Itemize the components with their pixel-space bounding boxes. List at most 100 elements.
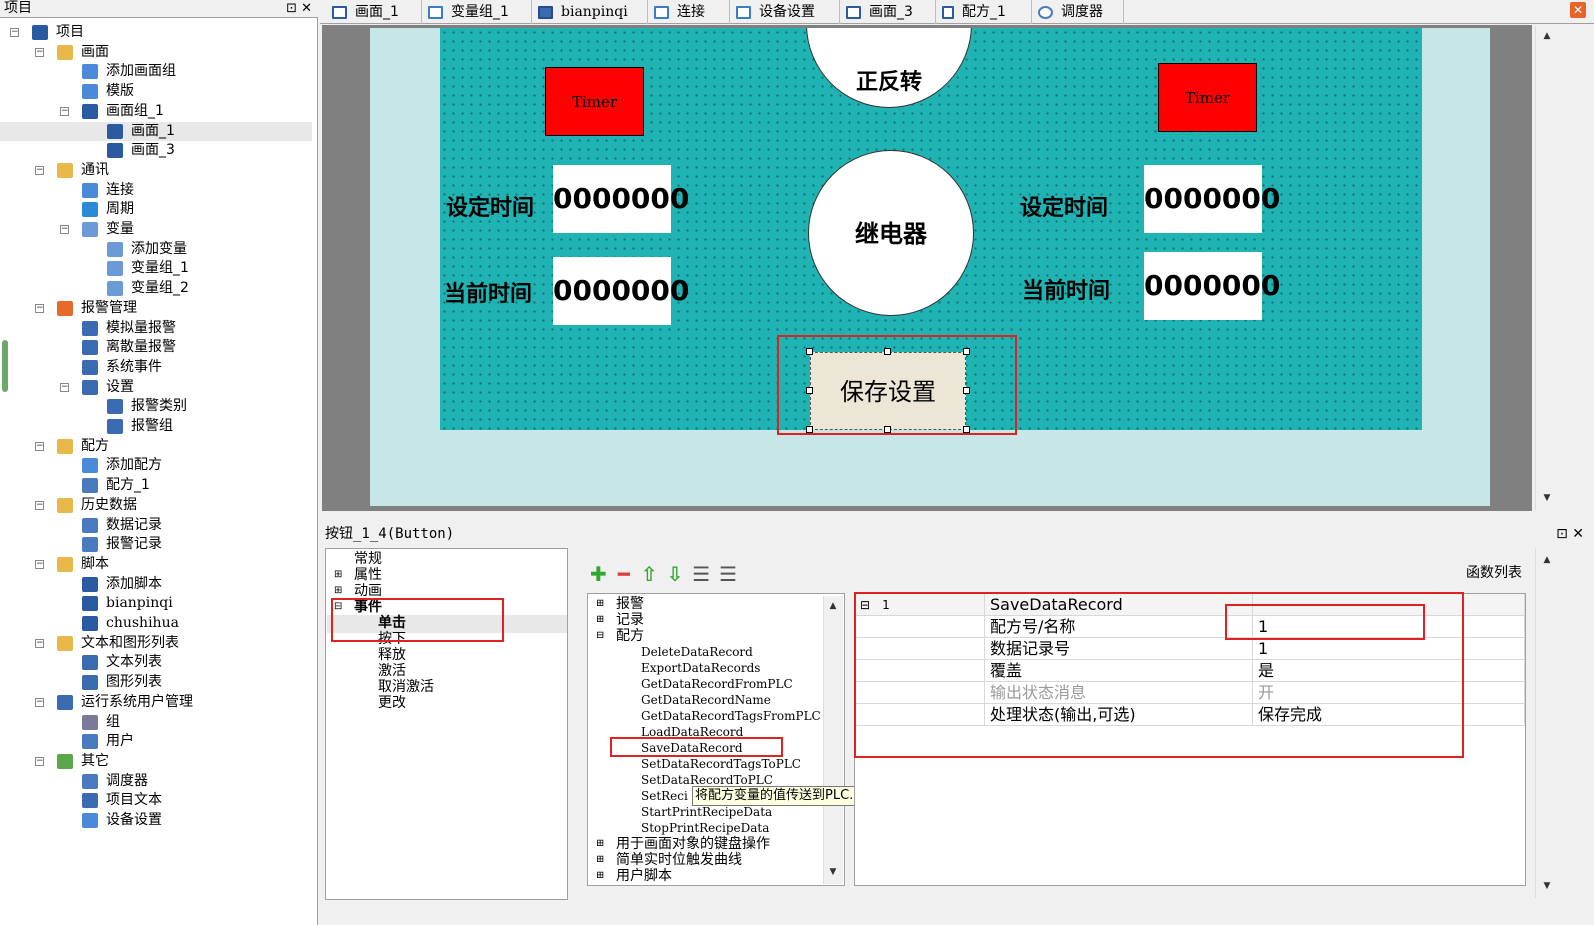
- tree-item[interactable]: − 报警管理: [0, 299, 312, 318]
- tree-item[interactable]: 周期: [0, 200, 312, 219]
- tab-recipe-1[interactable]: 配方_1: [936, 0, 1032, 24]
- collapse-icon[interactable]: −: [35, 559, 44, 569]
- function-list-label[interactable]: 函数列表: [1466, 562, 1522, 582]
- collapse-icon[interactable]: −: [35, 165, 44, 175]
- timer-right[interactable]: Timer: [1158, 63, 1257, 132]
- event-deactivate[interactable]: 取消激活: [378, 679, 434, 695]
- left-scrollbar[interactable]: [2, 340, 8, 392]
- tree-item[interactable]: 离散量报警: [0, 338, 312, 357]
- collapse-icon[interactable]: −: [35, 47, 44, 57]
- collapse-icon[interactable]: ⊟: [596, 628, 604, 644]
- tree-item[interactable]: − 历史数据: [0, 496, 312, 515]
- function-category[interactable]: 记录: [616, 612, 644, 628]
- panel-pin-close[interactable]: ⊡ ✕: [286, 0, 312, 17]
- tree-item[interactable]: 画面_1: [0, 121, 312, 141]
- function-category[interactable]: 用户脚本: [616, 868, 672, 884]
- indent-icon[interactable]: ☰: [692, 562, 710, 586]
- tree-item[interactable]: 报警组: [0, 417, 312, 436]
- set-time-value-right[interactable]: 0000000: [1144, 165, 1280, 233]
- tree-item[interactable]: 画面_3: [0, 141, 312, 160]
- scroll-up-icon[interactable]: ▲: [1539, 552, 1555, 568]
- tree-item[interactable]: bianpinqi: [0, 594, 312, 613]
- tab-device-settings[interactable]: 设备设置: [730, 0, 840, 24]
- function-item[interactable]: SetDataRecordTagsToPLC: [641, 756, 801, 772]
- collapse-icon[interactable]: −: [35, 500, 44, 510]
- tab-scheduler[interactable]: 调度器: [1032, 0, 1124, 24]
- relay-circle[interactable]: 继电器: [808, 150, 974, 316]
- scroll-down-icon[interactable]: ▼: [825, 864, 841, 880]
- tree-item[interactable]: − 项目: [0, 23, 312, 42]
- tree-item[interactable]: 添加配方: [0, 456, 312, 475]
- collapse-icon[interactable]: −: [35, 638, 44, 648]
- collapse-icon[interactable]: −: [60, 106, 69, 116]
- function-category[interactable]: 配方: [616, 628, 644, 644]
- scroll-down-icon[interactable]: ▼: [1539, 490, 1555, 506]
- properties-scrollbar[interactable]: ▲ ▼: [1535, 548, 1557, 898]
- tree-item[interactable]: 模拟量报警: [0, 319, 312, 338]
- category-general[interactable]: 常规: [354, 551, 382, 567]
- tab-bianpinqi[interactable]: bianpinqi: [532, 0, 648, 24]
- expand-icon[interactable]: ⊞: [596, 596, 604, 612]
- expand-icon[interactable]: ⊞: [596, 612, 604, 628]
- tree-item[interactable]: − 画面: [0, 43, 312, 62]
- tree-item[interactable]: 报警类别: [0, 397, 312, 416]
- tree-item[interactable]: 数据记录: [0, 516, 312, 535]
- tab-screen-1[interactable]: 画面_1: [326, 0, 422, 24]
- function-tree-scrollbar[interactable]: ▲ ▼: [823, 596, 843, 884]
- close-icon[interactable]: ✕: [1570, 2, 1586, 18]
- function-item[interactable]: DeleteDataRecord: [641, 644, 753, 660]
- scroll-down-icon[interactable]: ▼: [1539, 878, 1555, 894]
- timer-left[interactable]: Timer: [545, 67, 644, 136]
- expand-icon[interactable]: ⊞: [334, 567, 342, 583]
- tree-item[interactable]: 图形列表: [0, 673, 312, 692]
- tree-item[interactable]: − 其它: [0, 752, 312, 771]
- event-activate[interactable]: 激活: [378, 663, 406, 679]
- tree-item[interactable]: 添加变量: [0, 240, 312, 259]
- category-properties[interactable]: 属性: [354, 567, 382, 583]
- function-category[interactable]: 简单实时位触发曲线: [616, 852, 742, 868]
- expand-icon[interactable]: ⊞: [596, 852, 604, 868]
- tree-item[interactable]: chushihua: [0, 614, 312, 633]
- tab-tag-group-1[interactable]: 变量组_1: [422, 0, 532, 24]
- tree-item[interactable]: 项目文本: [0, 791, 312, 810]
- function-item[interactable]: GetDataRecordName: [641, 692, 771, 708]
- tree-item[interactable]: 连接: [0, 181, 312, 200]
- tree-item[interactable]: − 通讯: [0, 161, 312, 180]
- expand-icon[interactable]: ⊞: [596, 868, 604, 884]
- event-release[interactable]: 释放: [378, 647, 406, 663]
- tree-item[interactable]: 添加脚本: [0, 575, 312, 594]
- collapse-icon[interactable]: −: [35, 441, 44, 451]
- tab-connection[interactable]: 连接: [648, 0, 730, 24]
- move-up-icon[interactable]: ⇧: [641, 562, 658, 586]
- expand-icon[interactable]: ⊞: [334, 583, 342, 599]
- function-item[interactable]: GetDataRecordFromPLC: [641, 676, 793, 692]
- panel-pin-close[interactable]: ⊡ ✕: [1556, 523, 1584, 545]
- tree-item[interactable]: 变量组_2: [0, 279, 312, 298]
- move-down-icon[interactable]: ⇩: [666, 562, 683, 586]
- tree-item[interactable]: 变量组_1: [0, 259, 312, 278]
- tree-item[interactable]: 报警记录: [0, 535, 312, 554]
- add-icon[interactable]: ✚: [590, 562, 607, 586]
- function-item[interactable]: SetReci: [641, 788, 688, 804]
- remove-icon[interactable]: ━: [618, 562, 630, 586]
- function-item[interactable]: StopPrintRecipeData: [641, 820, 769, 836]
- tree-item[interactable]: − 文本和图形列表: [0, 634, 312, 653]
- tree-item[interactable]: 文本列表: [0, 653, 312, 672]
- tree-item[interactable]: − 画面组_1: [0, 102, 312, 121]
- tree-item[interactable]: 用户: [0, 732, 312, 751]
- tree-item[interactable]: 调度器: [0, 772, 312, 791]
- collapse-icon[interactable]: −: [60, 382, 69, 392]
- tree-item[interactable]: − 运行系统用户管理: [0, 693, 312, 712]
- function-item[interactable]: GetDataRecordTagsFromPLC: [641, 708, 821, 724]
- tab-screen-3[interactable]: 画面_3: [840, 0, 936, 24]
- category-animation[interactable]: 动画: [354, 583, 382, 599]
- tree-item[interactable]: 配方_1: [0, 476, 312, 495]
- scroll-up-icon[interactable]: ▲: [1539, 28, 1555, 44]
- tree-item[interactable]: − 配方: [0, 437, 312, 456]
- collapse-icon[interactable]: −: [60, 225, 69, 234]
- collapse-icon[interactable]: −: [10, 28, 19, 37]
- current-time-value-right[interactable]: 0000000: [1144, 252, 1280, 320]
- current-time-value-left[interactable]: 0000000: [553, 257, 689, 325]
- outdent-icon[interactable]: ☰: [719, 562, 737, 586]
- tree-item[interactable]: − 脚本: [0, 555, 312, 574]
